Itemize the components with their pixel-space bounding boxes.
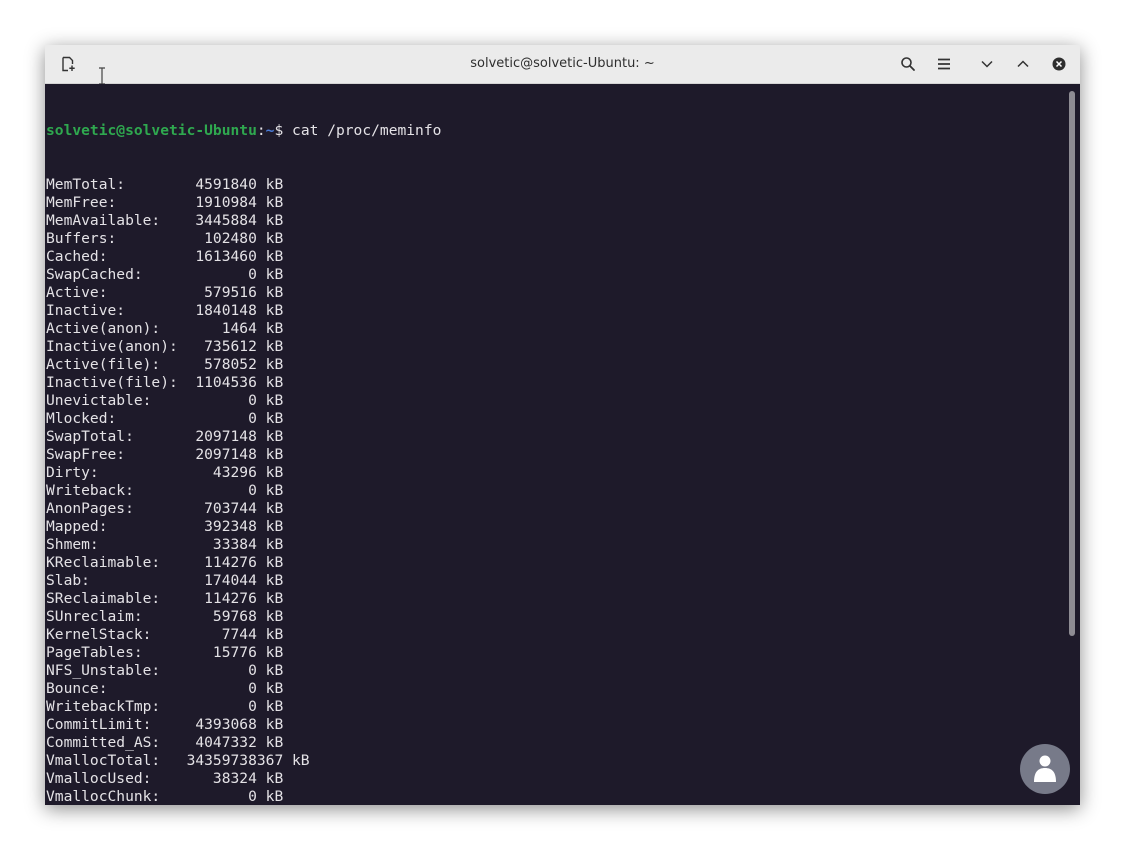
meminfo-line: Active(file): 578052 kB: [46, 356, 284, 373]
meminfo-line: VmallocUsed: 38324 kB: [46, 770, 284, 787]
prompt-separator: :: [256, 122, 266, 139]
meminfo-line: Inactive(anon): 735612 kB: [46, 338, 284, 355]
meminfo-line: Shmem: 33384 kB: [46, 536, 284, 553]
search-button[interactable]: [894, 50, 922, 78]
meminfo-line: AnonPages: 703744 kB: [46, 500, 284, 517]
meminfo-line: SwapFree: 2097148 kB: [46, 446, 284, 463]
new-tab-button[interactable]: [54, 50, 82, 78]
prompt-user: solvetic@solvetic-Ubuntu: [46, 122, 257, 139]
meminfo-line: Mlocked: 0 kB: [46, 410, 284, 427]
close-icon: [1051, 56, 1067, 72]
meminfo-line: Unevictable: 0 kB: [46, 392, 284, 409]
meminfo-line: Inactive(file): 1104536 kB: [46, 374, 284, 391]
search-icon: [900, 56, 916, 72]
meminfo-line: Buffers: 102480 kB: [46, 230, 284, 247]
meminfo-line: KReclaimable: 114276 kB: [46, 554, 284, 571]
terminal-output[interactable]: solvetic@solvetic-Ubuntu:~$ cat /proc/me…: [45, 84, 1080, 805]
meminfo-line: KernelStack: 7744 kB: [46, 626, 284, 643]
menu-button[interactable]: [930, 50, 958, 78]
command-text: cat /proc/meminfo: [292, 122, 442, 139]
output-lines: MemTotal: 4591840 kB MemFree: 1910984 kB M…: [46, 176, 1080, 805]
chevron-down-icon: [979, 56, 995, 72]
meminfo-line: SwapCached: 0 kB: [46, 266, 284, 283]
meminfo-line: PageTables: 15776 kB: [46, 644, 284, 661]
meminfo-line: Active: 579516 kB: [46, 284, 284, 301]
meminfo-line: Bounce: 0 kB: [46, 680, 284, 697]
prompt-symbol: $: [274, 122, 293, 139]
meminfo-line: Slab: 174044 kB: [46, 572, 284, 589]
close-button[interactable]: [1045, 50, 1073, 78]
meminfo-line: WritebackTmp: 0 kB: [46, 698, 284, 715]
meminfo-line: MemFree: 1910984 kB: [46, 194, 284, 211]
terminal-window: solvetic@solvetic-Ubuntu: ~ solvetic@sol…: [45, 45, 1080, 805]
meminfo-line: CommitLimit: 4393068 kB: [46, 716, 284, 733]
window-title: solvetic@solvetic-Ubuntu: ~: [470, 56, 655, 71]
meminfo-line: SUnreclaim: 59768 kB: [46, 608, 284, 625]
scrollbar[interactable]: [1069, 91, 1075, 636]
prompt-line: solvetic@solvetic-Ubuntu:~$ cat /proc/me…: [46, 122, 1080, 140]
meminfo-line: MemAvailable: 3445884 kB: [46, 212, 284, 229]
meminfo-line: SwapTotal: 2097148 kB: [46, 428, 284, 445]
meminfo-line: NFS_Unstable: 0 kB: [46, 662, 284, 679]
maximize-button[interactable]: [1009, 50, 1037, 78]
meminfo-line: VmallocChunk: 0 kB: [46, 788, 284, 805]
meminfo-line: Active(anon): 1464 kB: [46, 320, 284, 337]
chevron-up-icon: [1015, 56, 1031, 72]
meminfo-line: SReclaimable: 114276 kB: [46, 590, 284, 607]
meminfo-line: Cached: 1613460 kB: [46, 248, 284, 265]
meminfo-line: Writeback: 0 kB: [46, 482, 284, 499]
menu-icon: [936, 56, 952, 72]
title-bar[interactable]: solvetic@solvetic-Ubuntu: ~: [45, 45, 1080, 85]
meminfo-line: Committed_AS: 4047332 kB: [46, 734, 284, 751]
meminfo-line: MemTotal: 4591840 kB: [46, 176, 284, 193]
meminfo-line: Dirty: 43296 kB: [46, 464, 284, 481]
meminfo-line: Mapped: 392348 kB: [46, 518, 284, 535]
new-tab-icon: [60, 56, 76, 72]
meminfo-line: VmallocTotal: 34359738367 kB: [46, 752, 310, 769]
watermark-logo: [1020, 744, 1070, 794]
minimize-button[interactable]: [973, 50, 1001, 78]
meminfo-line: Inactive: 1840148 kB: [46, 302, 284, 319]
